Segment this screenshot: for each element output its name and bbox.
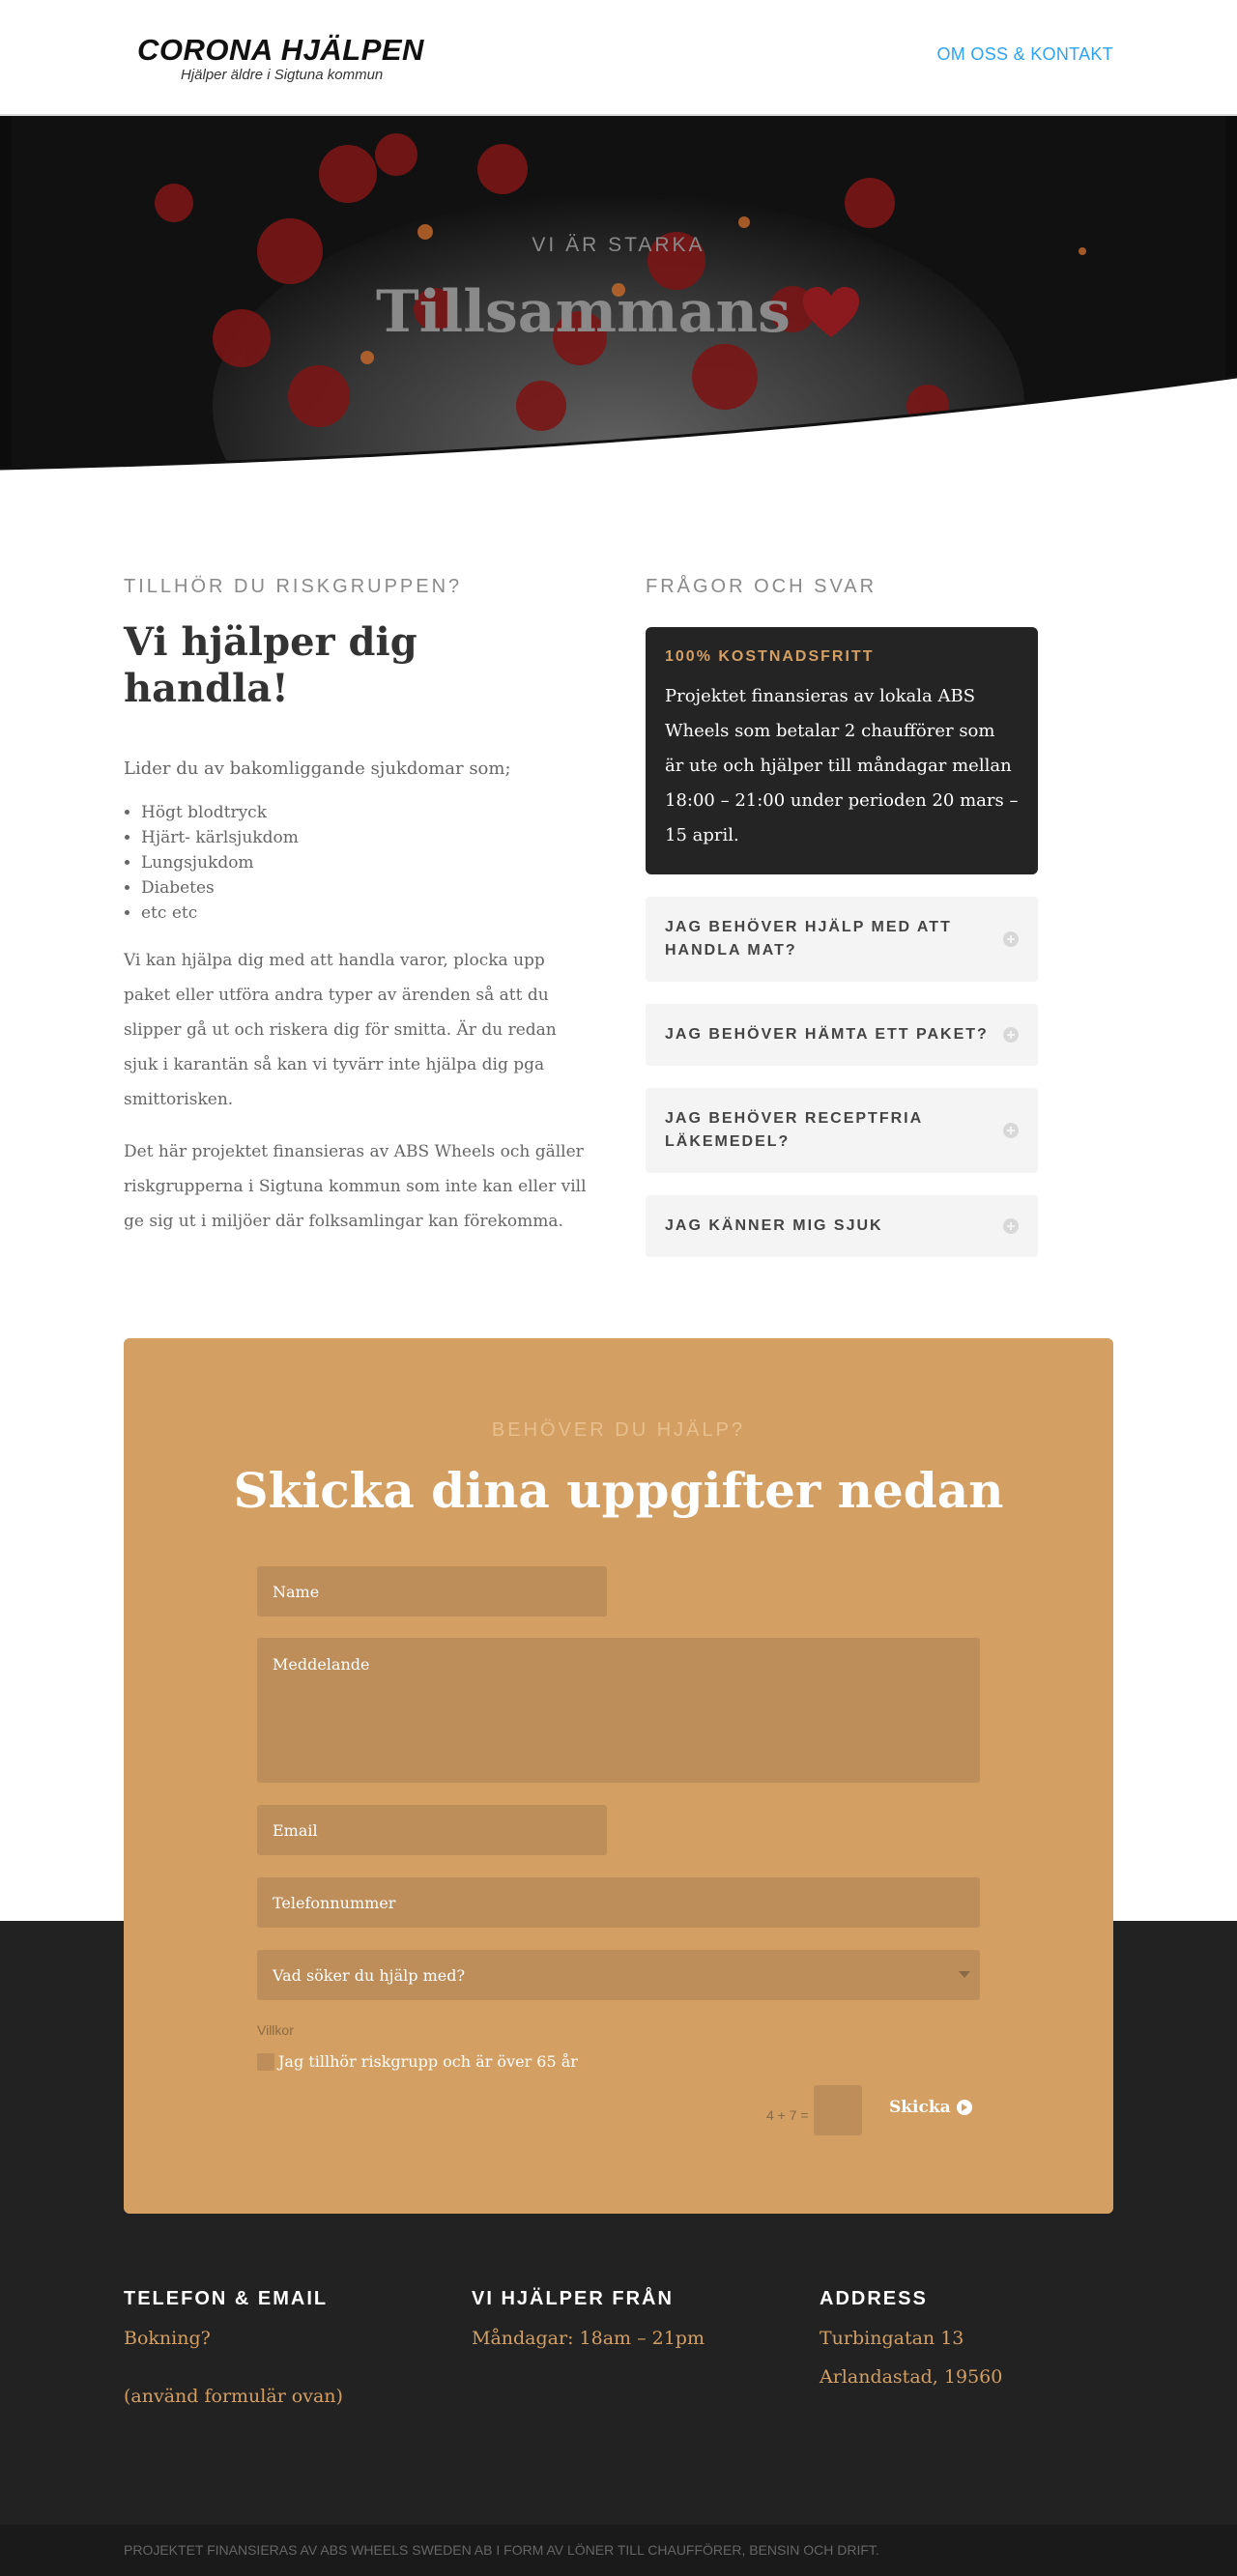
risk-group-section: TILLHÖR DU RISKGRUPPEN? Vi hjälper dig h… <box>124 576 588 1239</box>
footer-hours: VI HJÄLPER FRÅN Måndagar: 18am – 21pm <box>472 2288 705 2349</box>
section-heading-help: Vi hjälper dig handla! <box>124 619 417 711</box>
contact-form-card: BEHÖVER DU HJÄLP? Skicka dina uppgifter … <box>124 1338 1113 2214</box>
logo-title: CORONA HJÄLPEN <box>137 33 424 67</box>
footer-heading: TELEFON & EMAIL <box>124 2288 329 2309</box>
bottom-bar: PROJEKTET FINANSIERAS AV ABS WHEELS SWED… <box>0 2525 1237 2576</box>
expand-plus-icon <box>1003 931 1019 947</box>
faq-item-package[interactable]: JAG BEHÖVER HÄMTA ETT PAKET? <box>646 1004 1038 1066</box>
footer-text: (använd formulär ovan) <box>124 2386 343 2407</box>
message-field[interactable]: Meddelande <box>257 1638 980 1783</box>
site-logo[interactable]: CORONA HJÄLPEN Hjälper äldre i Sigtuna k… <box>137 35 424 83</box>
risk-group-checkbox-row[interactable]: Jag tillhör riskgrupp och är över 65 år <box>257 2052 578 2071</box>
faq-question: JAG BEHÖVER RECEPTFRIA LÄKEMEDEL? <box>665 1110 923 1150</box>
faq-open-body: Projektet finansieras av lokala ABS Whee… <box>665 686 1019 845</box>
hero-title: Tillsammans <box>375 278 791 346</box>
captcha-input[interactable] <box>814 2085 862 2135</box>
list-item: Hjärt- kärlsjukdom <box>141 825 588 850</box>
paragraph-help: Vi kan hjälpa dig med att handla varor, … <box>124 951 557 1109</box>
faq-item-medicine[interactable]: JAG BEHÖVER RECEPTFRIA LÄKEMEDEL? <box>646 1088 1038 1173</box>
faq-open-title: 100% KOSTNADSFRITT <box>665 648 875 665</box>
form-kicker: BEHÖVER DU HJÄLP? <box>491 1419 746 1441</box>
faq-item-sick[interactable]: JAG KÄNNER MIG SJUK <box>646 1195 1038 1257</box>
captcha-question: 4 + 7 = <box>766 2107 809 2123</box>
logo-subtitle: Hjälper äldre i Sigtuna kommun <box>181 67 384 83</box>
footer-text: Turbingatan 13 <box>820 2328 964 2349</box>
footer-address: ADDRESS Turbingatan 13 Arlandastad, 1956… <box>820 2288 1002 2388</box>
bottom-bar-text: PROJEKTET FINANSIERAS AV ABS WHEELS SWED… <box>124 2542 879 2558</box>
faq-question: JAG BEHÖVER HJÄLP MED ATT HANDLA MAT? <box>665 919 952 959</box>
footer-contact: TELEFON & EMAIL Bokning? (använd formulä… <box>124 2288 343 2407</box>
faq-question: JAG BEHÖVER HÄMTA ETT PAKET? <box>665 1026 989 1043</box>
terms-label: Villkor <box>257 2022 294 2038</box>
list-item: Lungsjukdom <box>141 850 588 875</box>
list-item: Högt blodtryck <box>141 800 588 825</box>
phone-field[interactable]: Telefonnummer <box>257 1877 980 1928</box>
expand-plus-icon <box>1003 1123 1019 1138</box>
checkbox-label: Jag tillhör riskgrupp och är över 65 år <box>278 2052 578 2071</box>
list-item: etc etc <box>141 901 588 926</box>
arrow-right-icon <box>956 2100 972 2115</box>
submit-label: Skicka <box>889 2098 951 2117</box>
section-label-risk: TILLHÖR DU RISKGRUPPEN? <box>124 576 463 597</box>
name-field[interactable]: Name <box>257 1566 607 1617</box>
email-field[interactable]: Email <box>257 1805 607 1855</box>
faq-item-shopping[interactable]: JAG BEHÖVER HJÄLP MED ATT HANDLA MAT? <box>646 897 1038 982</box>
faq-section: FRÅGOR OCH SVAR 100% KOSTNADSFRITT Proje… <box>646 576 1038 1257</box>
form-title: Skicka dina uppgifter nedan <box>233 1462 1004 1519</box>
faq-question: JAG KÄNNER MIG SJUK <box>665 1217 883 1234</box>
footer-heading: VI HJÄLPER FRÅN <box>472 2288 674 2309</box>
expand-plus-icon <box>1003 1218 1019 1234</box>
chevron-down-icon <box>959 1971 970 1978</box>
faq-item-open[interactable]: 100% KOSTNADSFRITT Projektet finansieras… <box>646 627 1038 874</box>
list-item: Diabetes <box>141 875 588 901</box>
intro-text: Lider du av bakomliggande sjukdomar som; <box>124 758 511 779</box>
submit-button[interactable]: Skicka <box>889 2098 972 2117</box>
section-label-faq: FRÅGOR OCH SVAR <box>646 576 877 597</box>
paragraph-funding: Det här projektet finansieras av ABS Whe… <box>124 1142 587 1231</box>
hero-kicker: VI ÄR STARKA <box>532 234 705 256</box>
condition-list: Högt blodtryck Hjärt- kärlsjukdom Lungsj… <box>141 800 588 926</box>
heart-icon <box>803 287 860 337</box>
footer-text: Arlandastad, 19560 <box>820 2366 1003 2388</box>
nav-link-about-contact[interactable]: OM OSS & KONTAKT <box>937 44 1114 65</box>
site-header: CORONA HJÄLPEN Hjälper äldre i Sigtuna k… <box>0 0 1237 116</box>
footer-text: Måndagar: 18am – 21pm <box>472 2328 705 2349</box>
footer-text: Bokning? <box>124 2328 211 2349</box>
risk-group-checkbox[interactable] <box>257 2052 274 2071</box>
expand-plus-icon <box>1003 1027 1019 1043</box>
footer-heading: ADDRESS <box>820 2288 928 2309</box>
select-value: Vad söker du hjälp med? <box>273 1965 466 1985</box>
hero-banner: VI ÄR STARKA Tillsammans <box>0 116 1237 473</box>
help-type-select[interactable]: Vad söker du hjälp med? <box>257 1950 980 2000</box>
